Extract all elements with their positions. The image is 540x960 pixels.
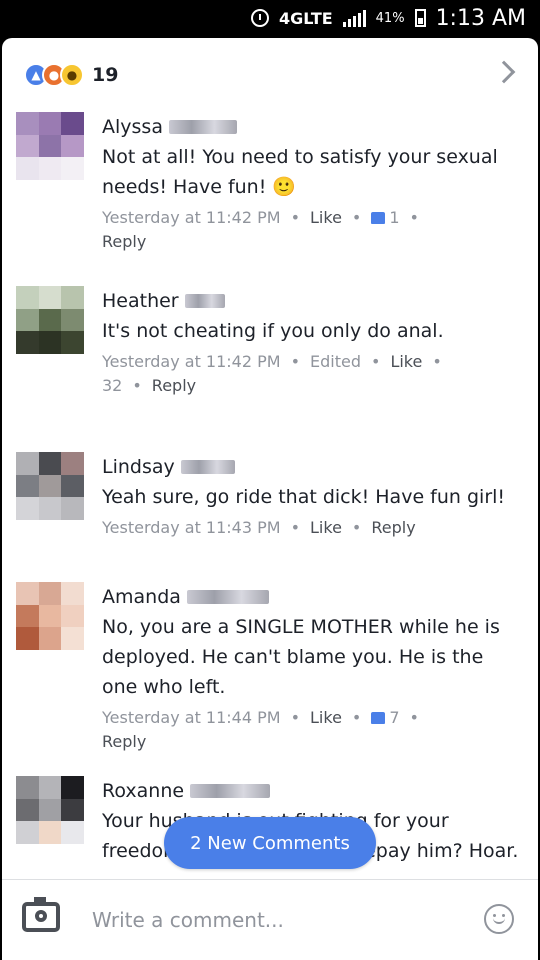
battery-icon	[414, 9, 426, 27]
comment-body: Heather It's not cheating if you only do…	[102, 286, 524, 398]
like-button[interactable]: Like	[390, 352, 422, 371]
comment-input[interactable]	[90, 900, 454, 940]
commenter-name[interactable]: Lindsay	[102, 456, 175, 478]
reply-button[interactable]: Reply	[102, 232, 146, 251]
emoji-icon[interactable]	[484, 904, 514, 934]
comment-time[interactable]: Yesterday at 11:42 PM	[102, 352, 281, 371]
redacted-surname	[186, 590, 269, 604]
commenter-name[interactable]: Amanda	[102, 586, 181, 608]
comment-meta: Yesterday at 11:43 PM • Like • Reply	[102, 518, 416, 537]
thumbs-up-icon	[371, 212, 386, 224]
avatar[interactable]	[16, 112, 84, 180]
like-button[interactable]: Like	[310, 518, 342, 537]
alarm-icon	[251, 9, 269, 27]
comment-meta: Yesterday at 11:42 PM • Like • 1 • Reply	[102, 208, 419, 251]
status-bar: 4GLTE 41% 1:13 AM	[0, 0, 540, 36]
like-count[interactable]: 7	[389, 708, 399, 727]
comment-text: Not at all! You need to satisfy your sex…	[102, 146, 498, 198]
redacted-surname	[180, 460, 235, 474]
comment-text: Yeah sure, go ride that dick! Have fun g…	[102, 486, 506, 508]
avatar[interactable]	[16, 582, 84, 650]
comment-body: Lindsay Yeah sure, go ride that dick! Ha…	[102, 452, 524, 540]
signal-icon	[342, 9, 366, 27]
commenter-name[interactable]: Alyssa	[102, 116, 163, 138]
like-count[interactable]: 32	[102, 376, 122, 395]
camera-icon[interactable]	[22, 897, 60, 932]
like-button[interactable]: Like	[310, 708, 342, 727]
network-type: 4GLTE	[279, 8, 333, 28]
avatar[interactable]	[16, 776, 84, 844]
chevron-right-icon[interactable]	[492, 60, 516, 84]
reactions-summary[interactable]: ▲ ● ● 19	[2, 38, 538, 112]
redacted-surname	[190, 784, 271, 798]
comment-time[interactable]: Yesterday at 11:43 PM	[102, 518, 281, 537]
clock: 1:13 AM	[435, 5, 526, 31]
new-comments-button[interactable]: 2 New Comments	[164, 817, 376, 869]
comment-meta: Yesterday at 11:44 PM • Like • 7 • Reply	[102, 708, 419, 751]
like-button[interactable]: Like	[310, 208, 342, 227]
like-count[interactable]: 1	[389, 208, 399, 227]
comment-time[interactable]: Yesterday at 11:42 PM	[102, 208, 281, 227]
avatar[interactable]	[16, 286, 84, 354]
reply-button[interactable]: Reply	[102, 732, 146, 751]
thumbs-up-icon	[371, 712, 386, 724]
comment-composer	[2, 879, 538, 960]
reply-button[interactable]: Reply	[152, 376, 196, 395]
comments-sheet: ▲ ● ● 19 Alyssa Not at all! You need to …	[2, 38, 538, 960]
comment-time[interactable]: Yesterday at 11:44 PM	[102, 708, 281, 727]
avatar[interactable]	[16, 452, 84, 520]
reaction-count: 19	[92, 64, 119, 86]
reply-button[interactable]: Reply	[371, 518, 415, 537]
edited-label[interactable]: Edited	[310, 352, 361, 371]
comment-meta: Yesterday at 11:42 PM • Edited • Like • 32 • Re…	[102, 352, 442, 395]
comment-text: It's not cheating if you only do anal.	[102, 320, 444, 342]
commenter-name[interactable]: Roxanne	[102, 780, 184, 802]
commenter-name[interactable]: Heather	[102, 290, 179, 312]
comment-list[interactable]: Alyssa Not at all! You need to satisfy y…	[2, 112, 538, 880]
comment-body: Alyssa Not at all! You need to satisfy y…	[102, 112, 524, 254]
comment-text: No, you are a SINGLE MOTHER while he is …	[102, 616, 500, 698]
comment-body: Amanda No, you are a SINGLE MOTHER while…	[102, 582, 524, 754]
haha-icon: ●	[60, 63, 84, 87]
redacted-surname	[184, 294, 225, 308]
battery-percent: 41%	[375, 10, 405, 26]
redacted-surname	[168, 120, 237, 134]
